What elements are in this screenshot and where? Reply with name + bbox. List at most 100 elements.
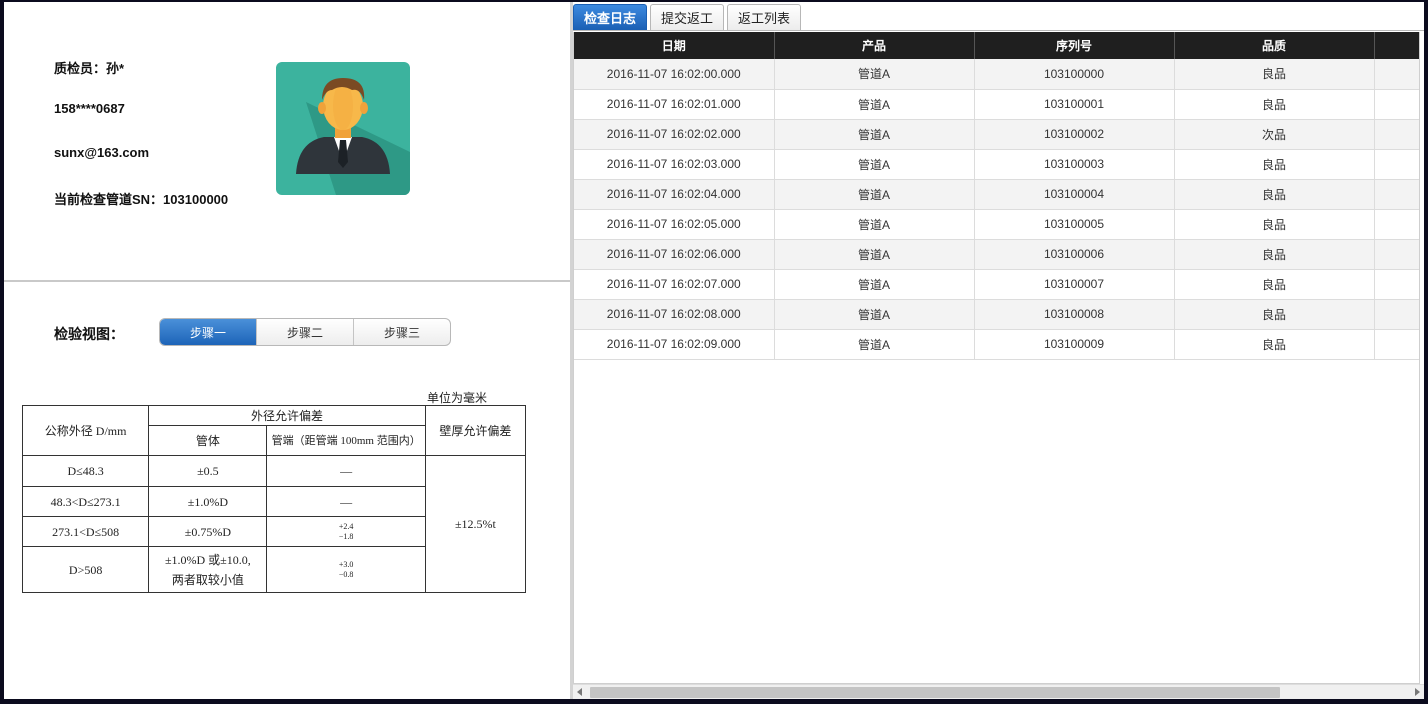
scroll-thumb[interactable]: [590, 687, 1280, 698]
scroll-left-icon[interactable]: [577, 688, 582, 696]
cell-serial: 103100003: [974, 149, 1175, 180]
cell-serial: 103100007: [974, 269, 1175, 300]
inspector-phone: 158****0687: [54, 101, 125, 116]
spec-row-body: ±0.5: [148, 455, 268, 487]
cell-quality: 次品: [1174, 119, 1375, 150]
cell-extra: [1374, 149, 1419, 180]
cell-quality: 良品: [1174, 239, 1375, 270]
table-row[interactable]: 2016-11-07 16:02:02.000 管道A 103100002 次品: [574, 119, 1419, 150]
cell-date: 2016-11-07 16:02:08.000: [574, 299, 775, 330]
table-row[interactable]: 2016-11-07 16:02:06.000 管道A 103100006 良品: [574, 239, 1419, 270]
cell-product: 管道A: [774, 299, 975, 330]
cell-quality: 良品: [1174, 299, 1375, 330]
cell-serial: 103100008: [974, 299, 1175, 330]
cell-product: 管道A: [774, 329, 975, 360]
step-3-button[interactable]: 步骤三: [353, 319, 450, 345]
table-row[interactable]: 2016-11-07 16:02:03.000 管道A 103100003 良品: [574, 149, 1419, 180]
scroll-right-icon[interactable]: [1415, 688, 1420, 696]
cell-date: 2016-11-07 16:02:01.000: [574, 89, 775, 120]
cell-date: 2016-11-07 16:02:05.000: [574, 209, 775, 240]
table-row[interactable]: 2016-11-07 16:02:05.000 管道A 103100005 良品: [574, 209, 1419, 240]
spec-row-d: 273.1<D≤508: [21, 516, 150, 547]
section-divider: [4, 280, 570, 282]
table-row[interactable]: 2016-11-07 16:02:00.000 管道A 103100000 良品: [574, 59, 1419, 90]
cell-serial: 103100005: [974, 209, 1175, 240]
inspector-panel: 质检员：孙* 158****0687 sunx@163.com 当前检查管道SN…: [4, 2, 570, 699]
spec-row-d: 48.3<D≤273.1: [21, 486, 150, 517]
spec-row-d: D≤48.3: [21, 455, 150, 487]
cell-product: 管道A: [774, 59, 975, 90]
cell-date: 2016-11-07 16:02:07.000: [574, 269, 775, 300]
cell-product: 管道A: [774, 239, 975, 270]
log-panel: 检查日志 提交返工 返工列表 日期 产品 序列号 品质 2016-11-07 1…: [573, 2, 1424, 699]
cell-quality: 良品: [1174, 269, 1375, 300]
cell-date: 2016-11-07 16:02:03.000: [574, 149, 775, 180]
spec-row-end: +2.4 −1.8: [266, 516, 426, 547]
cell-date: 2016-11-07 16:02:04.000: [574, 179, 775, 210]
column-header-product[interactable]: 产品: [774, 32, 975, 59]
horizontal-scrollbar[interactable]: [573, 684, 1424, 699]
column-header-date[interactable]: 日期: [574, 32, 775, 59]
tab-inspection-log[interactable]: 检查日志: [573, 4, 648, 30]
column-header-extra[interactable]: [1374, 32, 1419, 59]
spec-end-plus: +3.0: [338, 559, 354, 569]
cell-extra: [1374, 179, 1419, 210]
spec-row-d: D>508: [21, 546, 150, 593]
cell-extra: [1374, 119, 1419, 150]
cell-quality: 良品: [1174, 149, 1375, 180]
cell-quality: 良品: [1174, 89, 1375, 120]
spec-row-body: ±1.0%D: [148, 486, 268, 517]
cell-extra: [1374, 59, 1419, 90]
step-2-button[interactable]: 步骤二: [256, 319, 353, 345]
spec-header-pipe-end: 管端（距管端 100mm 范围内）: [266, 425, 426, 456]
tab-bar: 检查日志 提交返工 返工列表: [573, 4, 804, 30]
spec-body-line-1: ±1.0%D 或±10.0,: [164, 552, 251, 567]
spec-body-line-2: 两者取较小值: [171, 572, 244, 587]
cell-quality: 良品: [1174, 179, 1375, 210]
tolerance-spec-table: 公称外径 D/mm 外径允许偏差 壁厚允许偏差 管体 管端（距管端 100mm …: [21, 405, 527, 593]
cell-serial: 103100006: [974, 239, 1175, 270]
spec-header-wall: 壁厚允许偏差: [424, 405, 527, 456]
table-row[interactable]: 2016-11-07 16:02:09.000 管道A 103100009 良品: [574, 329, 1419, 360]
table-row[interactable]: 2016-11-07 16:02:04.000 管道A 103100004 良品: [574, 179, 1419, 210]
cell-quality: 良品: [1174, 329, 1375, 360]
cell-extra: [1374, 329, 1419, 360]
table-row[interactable]: 2016-11-07 16:02:08.000 管道A 103100008 良品: [574, 299, 1419, 330]
spec-end-plus: +2.4: [338, 521, 354, 531]
spec-row-end: —: [266, 486, 426, 517]
cell-serial: 103100000: [974, 59, 1175, 90]
view-label: 检验视图：: [54, 326, 124, 342]
spec-row-body: ±1.0%D 或±10.0, 两者取较小值: [148, 546, 268, 593]
log-header-row: 日期 产品 序列号 品质: [574, 32, 1419, 59]
log-grid: 日期 产品 序列号 品质 2016-11-07 16:02:00.000 管道A 1…: [573, 32, 1420, 684]
spec-row-end: +3.0 −0.8: [266, 546, 426, 593]
spec-header-nominal: 公称外径 D/mm: [21, 405, 150, 456]
user-avatar-icon: [296, 78, 410, 195]
cell-date: 2016-11-07 16:02:00.000: [574, 59, 775, 90]
cell-product: 管道A: [774, 119, 975, 150]
cell-extra: [1374, 269, 1419, 300]
spec-header-od-tolerance: 外径允许偏差: [148, 405, 426, 426]
spec-end-minus: −1.8: [338, 531, 354, 541]
cell-extra: [1374, 299, 1419, 330]
spec-wall-tolerance: ±12.5%t: [424, 455, 527, 593]
cell-date: 2016-11-07 16:02:09.000: [574, 329, 775, 360]
spec-row-end: —: [266, 455, 426, 487]
log-table: 日期 产品 序列号 品质 2016-11-07 16:02:00.000 管道A 1…: [574, 32, 1419, 360]
table-row[interactable]: 2016-11-07 16:02:01.000 管道A 103100001 良品: [574, 89, 1419, 120]
column-header-quality[interactable]: 品质: [1174, 32, 1375, 59]
current-pipe-sn: 当前检查管道SN：103100000: [54, 192, 229, 207]
tab-submit-rework[interactable]: 提交返工: [650, 4, 725, 30]
cell-extra: [1374, 239, 1419, 270]
cell-serial: 103100002: [974, 119, 1175, 150]
cell-extra: [1374, 209, 1419, 240]
step-1-button[interactable]: 步骤一: [160, 319, 256, 345]
tab-rework-list[interactable]: 返工列表: [727, 4, 802, 30]
column-header-serial[interactable]: 序列号: [974, 32, 1175, 59]
cell-date: 2016-11-07 16:02:02.000: [574, 119, 775, 150]
spec-end-minus: −0.8: [338, 569, 354, 579]
spec-header-pipe-body: 管体: [148, 425, 268, 456]
unit-note: 单位为毫米: [427, 391, 488, 405]
cell-product: 管道A: [774, 179, 975, 210]
table-row[interactable]: 2016-11-07 16:02:07.000 管道A 103100007 良品: [574, 269, 1419, 300]
